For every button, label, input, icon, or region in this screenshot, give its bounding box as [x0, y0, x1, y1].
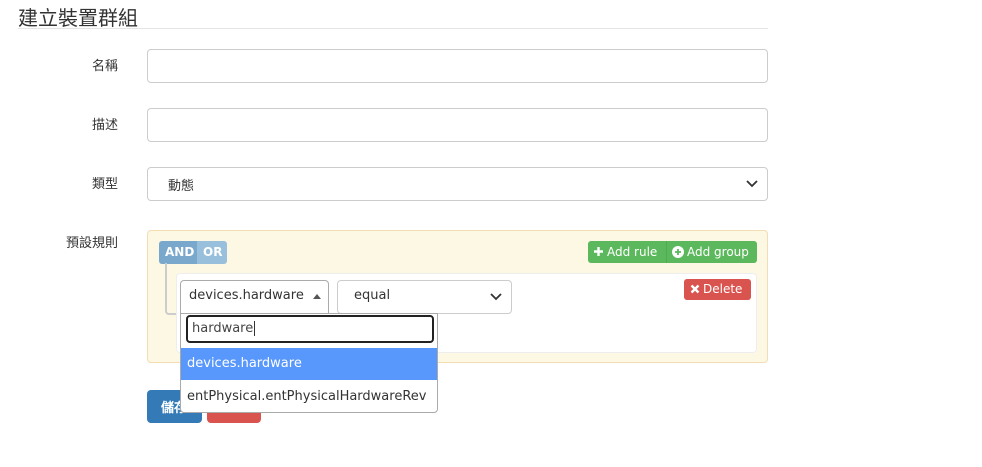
add-rule-label: Add rule	[607, 245, 658, 259]
condition-and-button[interactable]: AND	[159, 241, 197, 264]
rule-operator-select[interactable]: equal	[337, 280, 512, 314]
type-label: 類型	[91, 177, 118, 192]
chevron-down-icon	[489, 289, 503, 303]
add-group-label: Add group	[687, 245, 749, 259]
field-search-value: hardware	[192, 321, 254, 336]
rule-field-selected: devices.hardware	[189, 288, 304, 303]
text-cursor	[254, 321, 256, 336]
rule-field-picker[interactable]: devices.hardware	[180, 280, 329, 314]
type-selected-value: 動態	[168, 179, 195, 194]
description-input[interactable]	[147, 108, 768, 142]
delete-rule-button[interactable]: Delete	[684, 279, 751, 300]
add-group-button[interactable]: Add group	[667, 241, 757, 263]
title-divider	[18, 28, 768, 29]
plus-icon	[593, 246, 604, 257]
field-search-input[interactable]: hardware	[186, 315, 434, 343]
name-label: 名稱	[91, 59, 118, 74]
chevron-down-icon	[745, 176, 759, 190]
plus-circle-icon	[672, 245, 684, 258]
caret-up-icon	[313, 294, 321, 299]
add-rule-button[interactable]: Add rule	[588, 241, 667, 263]
delete-label: Delete	[703, 282, 743, 296]
rules-label: 預設規則	[65, 236, 118, 251]
field-option[interactable]: devices.hardware	[181, 348, 437, 380]
rule-operator-selected: equal	[354, 288, 391, 303]
name-input[interactable]	[147, 49, 768, 83]
field-option[interactable]: entPhysical.entPhysicalHardwareRev	[181, 381, 437, 413]
description-label: 描述	[91, 118, 118, 133]
type-select[interactable]: 動態	[147, 167, 768, 201]
condition-or-button[interactable]: OR	[197, 241, 227, 264]
close-icon	[690, 284, 700, 294]
